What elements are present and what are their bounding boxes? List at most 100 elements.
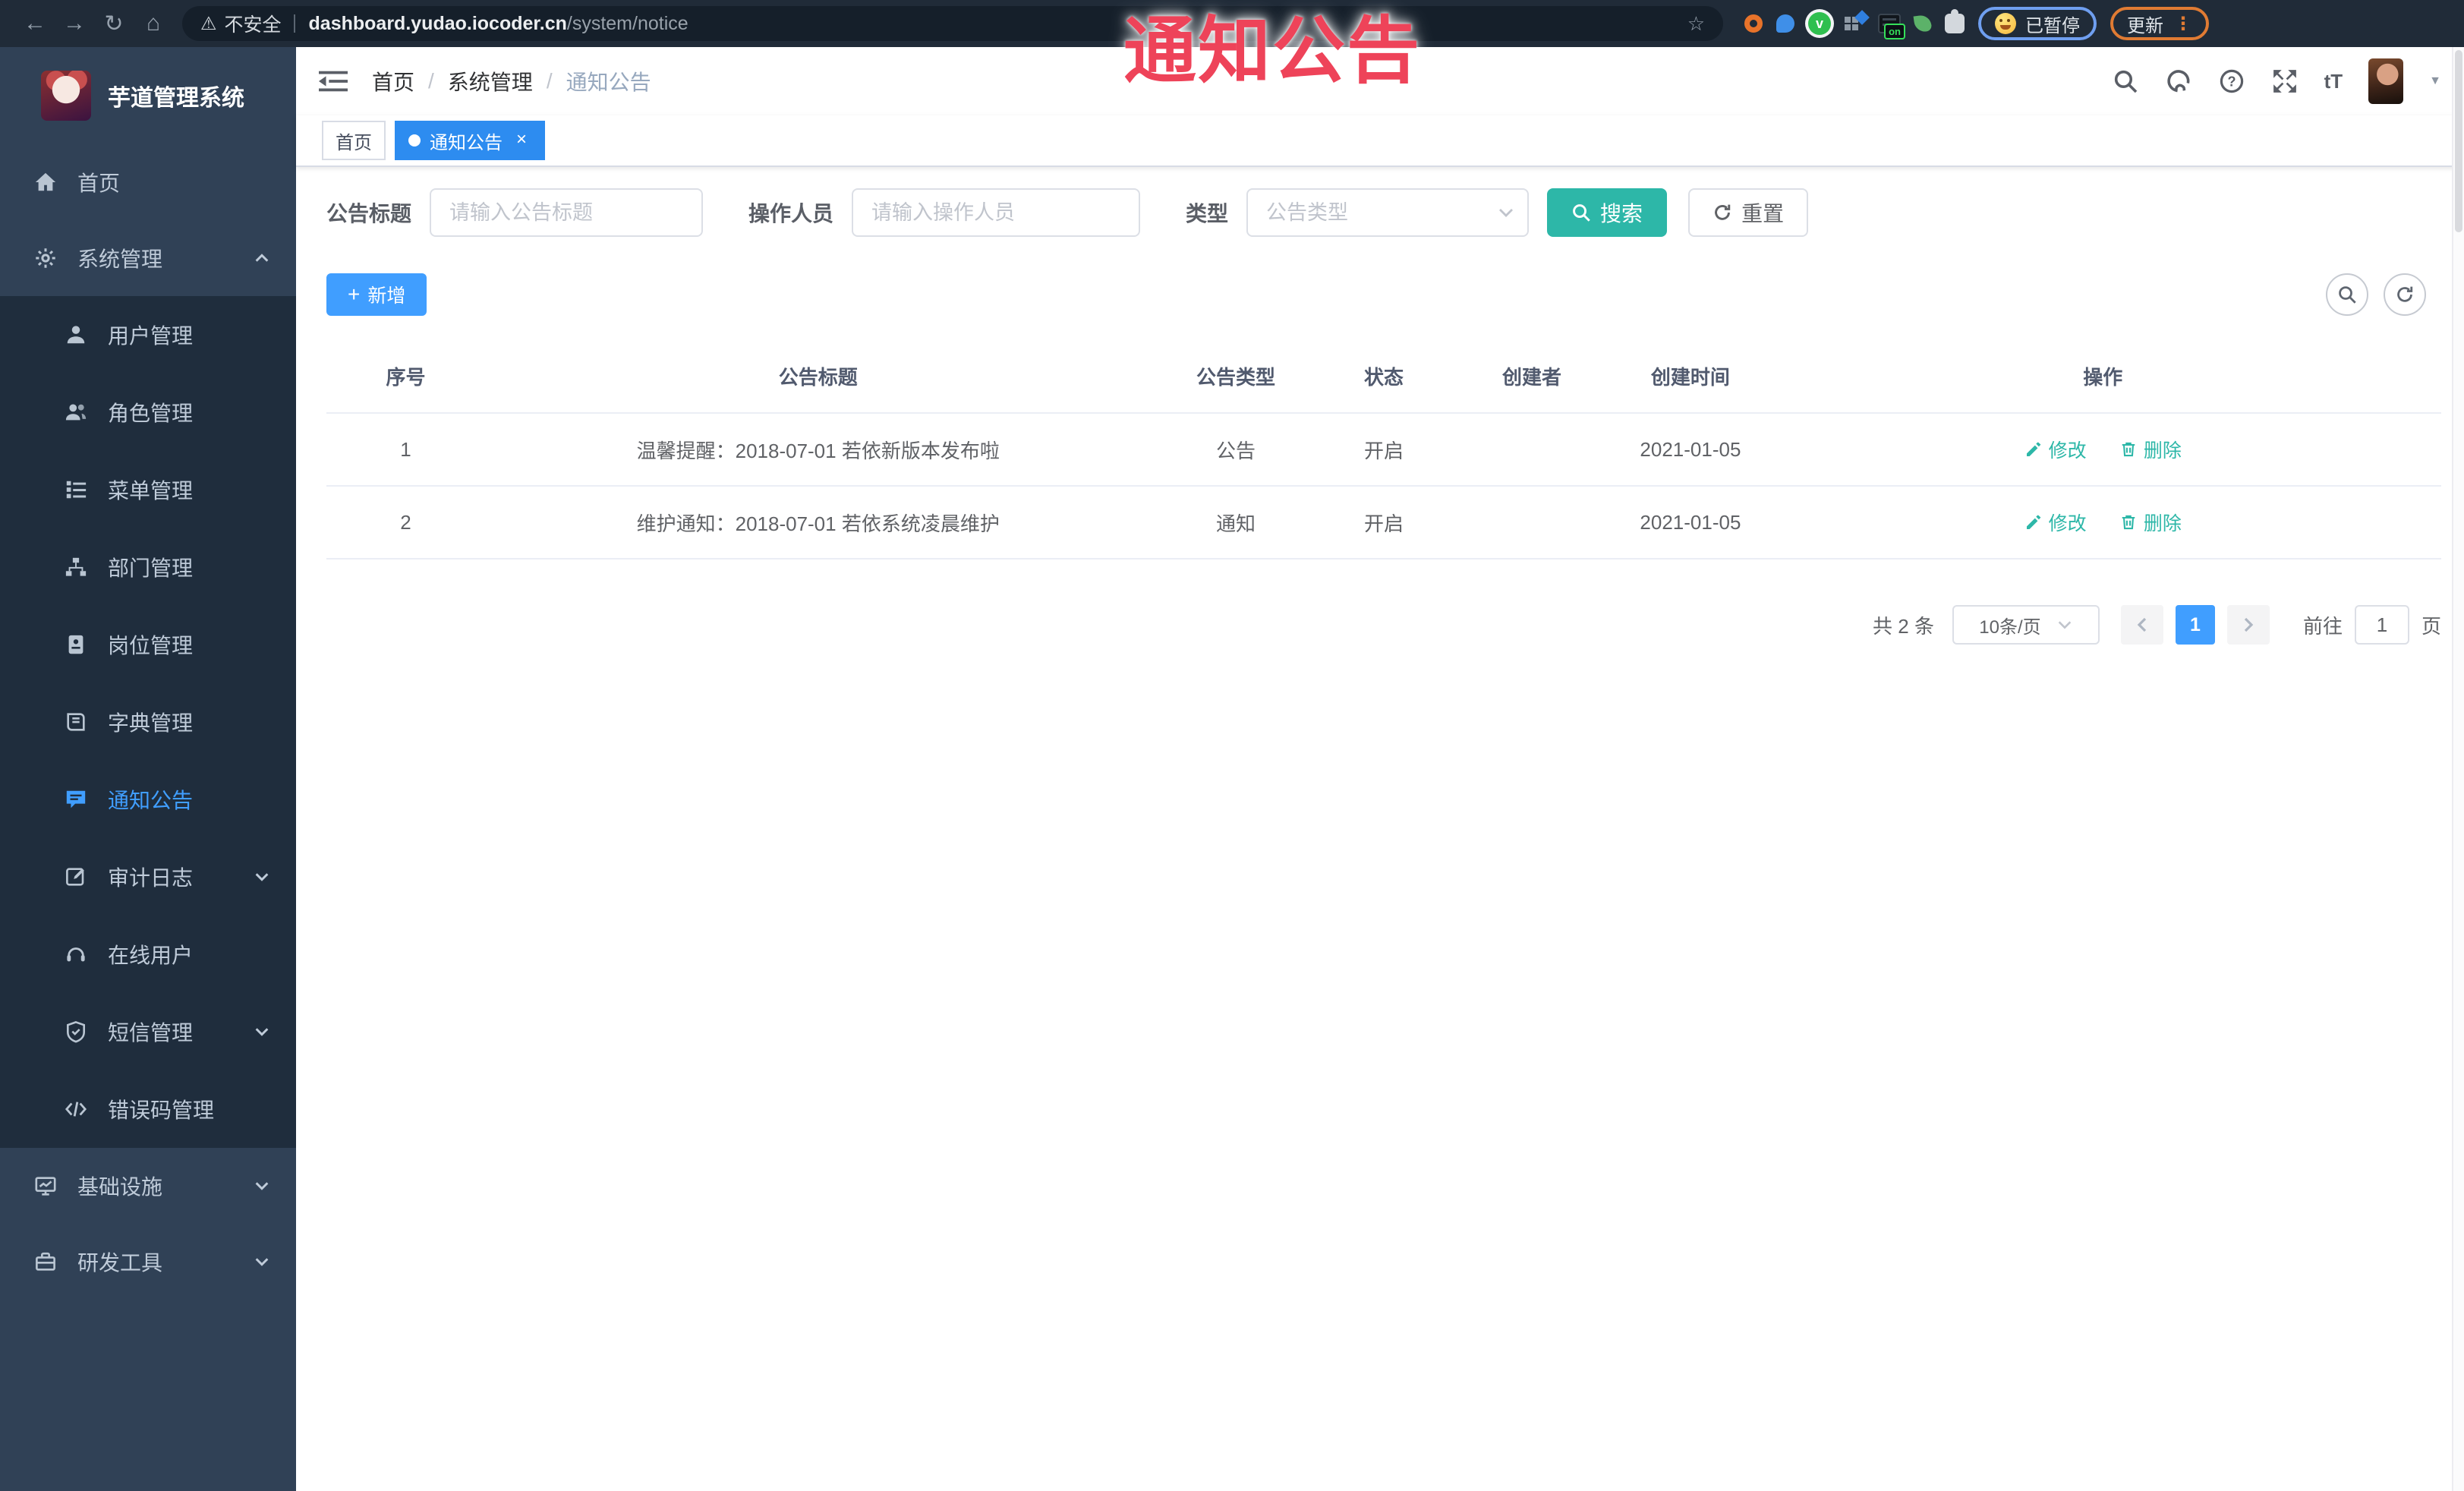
headset-icon xyxy=(64,942,88,966)
font-size-icon[interactable]: tT xyxy=(2324,70,2343,93)
caret-down-icon[interactable]: ▼ xyxy=(2429,74,2441,88)
breadcrumb-separator: / xyxy=(546,69,553,93)
close-icon[interactable]: × xyxy=(512,131,531,150)
help-icon[interactable]: ? xyxy=(2218,68,2245,95)
extension-leaf-icon[interactable] xyxy=(1913,14,1933,33)
breadcrumb-system[interactable]: 系统管理 xyxy=(448,66,533,96)
sidebar-item-error-codes[interactable]: 错误码管理 xyxy=(0,1070,296,1148)
sidebar-item-menus[interactable]: 菜单管理 xyxy=(0,451,296,528)
scrollbar[interactable] xyxy=(2452,47,2464,1491)
github-icon[interactable] xyxy=(2165,68,2192,95)
prev-page-button[interactable] xyxy=(2120,605,2163,645)
fullscreen-icon[interactable] xyxy=(2271,68,2299,95)
extension-grid-icon[interactable] xyxy=(1845,10,1870,33)
toggle-search-button[interactable] xyxy=(2326,273,2368,316)
extension-switch-icon[interactable]: on xyxy=(1878,14,1905,39)
sidebar-item-home[interactable]: 首页 xyxy=(0,144,296,220)
pagination: 共 2 条 10条/页 1 前往 页 xyxy=(326,605,2441,645)
extension-blue-drop-icon[interactable] xyxy=(1776,14,1794,33)
extension-orange-ring-icon[interactable] xyxy=(1744,14,1763,33)
page-size-select[interactable]: 10条/页 xyxy=(1952,605,2100,645)
edit-link[interactable]: 修改 xyxy=(2024,509,2087,536)
delete-link[interactable]: 删除 xyxy=(2119,509,2182,536)
sidebar-item-label: 用户管理 xyxy=(108,324,194,348)
tags-view-bar: 首页 通知公告 × xyxy=(296,115,2464,167)
extensions-puzzle-icon[interactable] xyxy=(1945,9,1965,33)
col-status: 状态 xyxy=(1320,340,1448,414)
search-icon xyxy=(1573,204,1590,222)
type-select-input[interactable] xyxy=(1246,188,1530,237)
browser-back-icon[interactable]: ← xyxy=(15,11,55,36)
table-row: 2 维护通知：2018-07-01 若依系统凌晨维护 通知 开启 2021-01… xyxy=(326,486,2441,560)
breadcrumb-home[interactable]: 首页 xyxy=(372,66,414,96)
browser-home-icon[interactable]: ⌂ xyxy=(134,11,173,36)
chevron-left-icon xyxy=(2137,617,2147,632)
cell-title: 温馨提醒：2018-07-01 若依新版本发布啦 xyxy=(484,413,1152,487)
sidebar-item-label: 在线用户 xyxy=(108,944,194,967)
add-button[interactable]: + 新增 xyxy=(326,273,427,316)
sidebar-item-audit-log[interactable]: 审计日志 xyxy=(0,838,296,916)
page-number-current[interactable]: 1 xyxy=(2175,605,2215,645)
table-toolbar: + 新增 xyxy=(326,273,2441,316)
sidebar-item-roles[interactable]: 角色管理 xyxy=(0,374,296,451)
browser-menu-dots-icon[interactable]: ⋮ xyxy=(2174,13,2192,35)
chevron-down-icon xyxy=(254,868,270,885)
sidebar-item-notice[interactable]: 通知公告 xyxy=(0,761,296,838)
bookmark-star-icon[interactable]: ☆ xyxy=(1687,12,1705,36)
sidebar-item-departments[interactable]: 部门管理 xyxy=(0,528,296,606)
goto-page-input[interactable] xyxy=(2354,605,2409,645)
sidebar-item-dev-tools[interactable]: 研发工具 xyxy=(0,1224,296,1300)
browser-forward-icon[interactable]: → xyxy=(55,11,94,36)
sidebar-item-sms[interactable]: 短信管理 xyxy=(0,993,296,1070)
message-bubble-icon xyxy=(64,787,88,812)
breadcrumb-current: 通知公告 xyxy=(566,71,651,94)
app-window: 通知公告 ← → ↻ ⌂ ⚠ 不安全 dashboard.yudao.iocod… xyxy=(0,0,2464,1491)
sidebar-item-online-users[interactable]: 在线用户 xyxy=(0,916,296,993)
sidebar-item-dict[interactable]: 字典管理 xyxy=(0,683,296,761)
sidebar-item-label: 基础设施 xyxy=(77,1175,163,1199)
type-select[interactable] xyxy=(1246,188,1530,237)
warning-icon: ⚠ xyxy=(200,13,217,34)
edit-link[interactable]: 修改 xyxy=(2024,436,2087,463)
sidebar-item-label: 菜单管理 xyxy=(108,479,194,503)
sidebar-item-label: 审计日志 xyxy=(108,866,194,890)
trash-icon xyxy=(2122,515,2135,529)
goto-prefix-label: 前往 xyxy=(2302,614,2343,638)
search-button[interactable]: 搜索 xyxy=(1547,188,1668,237)
search-icon xyxy=(2339,286,2356,304)
profile-paused-chip[interactable]: 已暂停 xyxy=(1978,7,2097,40)
operator-filter-input[interactable] xyxy=(852,188,1141,237)
security-label[interactable]: 不安全 xyxy=(225,10,282,37)
pen-icon xyxy=(2026,442,2040,456)
extension-green-v-icon[interactable]: v xyxy=(1808,12,1831,35)
page-size-value: 10条/页 xyxy=(1979,616,2041,638)
user-avatar[interactable] xyxy=(2368,58,2404,104)
browser-toolbar: ← → ↻ ⌂ ⚠ 不安全 dashboard.yudao.iocoder.cn… xyxy=(0,0,2464,47)
scrollbar-thumb[interactable] xyxy=(2455,50,2462,232)
search-icon[interactable] xyxy=(2112,68,2139,95)
tab-home[interactable]: 首页 xyxy=(322,121,386,160)
cell-type: 公告 xyxy=(1151,413,1321,487)
refresh-table-button[interactable] xyxy=(2384,273,2426,316)
sidebar-item-posts[interactable]: 岗位管理 xyxy=(0,606,296,683)
tab-notice[interactable]: 通知公告 × xyxy=(395,121,545,160)
sidebar-item-infrastructure[interactable]: 基础设施 xyxy=(0,1148,296,1224)
browser-update-button[interactable]: 更新 ⋮ xyxy=(2110,7,2209,40)
browser-extensions-area: v on 已暂停 更新 ⋮ xyxy=(1744,7,2209,40)
sidebar-item-label: 角色管理 xyxy=(108,402,194,425)
sidebar-item-system[interactable]: 系统管理 xyxy=(0,220,296,296)
address-bar[interactable]: ⚠ 不安全 dashboard.yudao.iocoder.cn /system… xyxy=(182,6,1723,41)
delete-link[interactable]: 删除 xyxy=(2119,436,2182,463)
page-content: 公告标题 操作人员 类型 搜索 重置 xyxy=(296,167,2464,645)
cell-creator xyxy=(1447,486,1617,560)
sidebar-logo[interactable]: 芋道管理系统 xyxy=(0,47,296,144)
browser-reload-icon[interactable]: ↻ xyxy=(94,11,134,37)
next-page-button[interactable] xyxy=(2226,605,2270,645)
chevron-down-icon xyxy=(254,1023,270,1040)
col-actions: 操作 xyxy=(1764,340,2441,414)
tab-label: 通知公告 xyxy=(430,132,503,153)
sidebar-item-users[interactable]: 用户管理 xyxy=(0,296,296,374)
collapse-sidebar-icon[interactable] xyxy=(319,69,348,93)
reset-button[interactable]: 重置 xyxy=(1688,188,1809,237)
title-filter-input[interactable] xyxy=(430,188,704,237)
